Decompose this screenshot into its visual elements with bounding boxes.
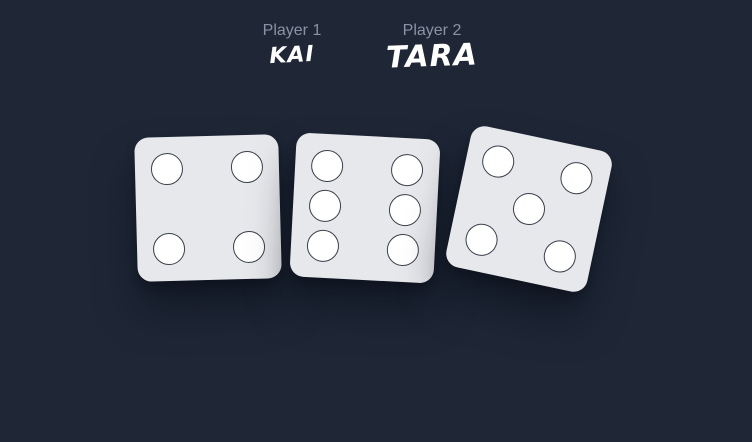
die-2-pip — [386, 233, 420, 268]
die-1-pip — [232, 230, 266, 264]
die-3-pip — [478, 142, 517, 181]
dice-tray — [0, 0, 752, 442]
die-2-pip — [310, 148, 344, 183]
die-3-pip — [541, 237, 580, 276]
die-2-pip — [388, 193, 423, 227]
die-2[interactable] — [289, 132, 441, 284]
die-2-pip — [305, 229, 340, 263]
die-1-pip — [152, 232, 186, 266]
die-1[interactable] — [134, 134, 282, 282]
die-3-pip — [462, 221, 501, 260]
die-3[interactable] — [443, 123, 615, 295]
die-1-pip — [150, 152, 184, 186]
die-1-pip — [230, 150, 264, 184]
die-3-pip — [557, 158, 596, 197]
die-3-pip — [510, 190, 548, 228]
die-2-pip — [390, 153, 425, 187]
die-2-pip — [307, 189, 342, 223]
